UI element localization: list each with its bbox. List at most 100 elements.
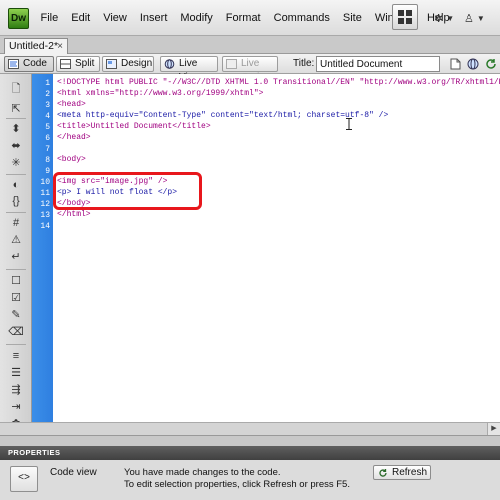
code-line[interactable]: <html xmlns="http://www.w3.org/1999/xhtm…	[57, 88, 263, 99]
split-view-label: Split	[75, 58, 95, 69]
toolbar-separator	[6, 344, 26, 345]
refresh-icon	[379, 469, 387, 477]
indent-code-icon[interactable]: ⇥	[9, 400, 23, 414]
document-title-input[interactable]	[316, 56, 440, 72]
code-icon	[8, 59, 19, 69]
line-number: 9	[45, 167, 50, 176]
line-number: 3	[45, 101, 50, 110]
menu-bar: Dw File Edit View Insert Modify Format C…	[0, 0, 500, 36]
remove-comment-icon[interactable]: ⌫	[8, 325, 24, 339]
properties-panel-header[interactable]: PROPERTIES	[0, 446, 500, 460]
line-number: 13	[40, 211, 50, 220]
refresh-label: Refresh	[392, 467, 428, 478]
code-line[interactable]: <img src="image.jpg" />	[57, 176, 167, 187]
grid-icon	[398, 18, 404, 24]
move-css-icon[interactable]: ⇶	[9, 383, 23, 397]
line-number: 7	[45, 145, 50, 154]
expand-all-icon[interactable]: ✳	[9, 156, 23, 170]
title-label: Title:	[293, 58, 315, 69]
collapse-full-tag-icon[interactable]: ⬍	[9, 122, 23, 136]
line-number: 14	[40, 222, 50, 231]
line-number: 10	[40, 178, 50, 187]
properties-message-hint: To edit selection properties, click Refr…	[124, 479, 350, 490]
code-view-button[interactable]: Code	[4, 56, 54, 72]
code-line[interactable]: </body>	[57, 198, 91, 209]
grid-icon	[406, 18, 412, 24]
properties-label: Code view	[50, 467, 97, 478]
menu-format[interactable]: Format	[219, 0, 267, 36]
menu-view[interactable]: View	[97, 0, 134, 36]
text-cursor-icon	[346, 118, 352, 130]
balance-braces-icon[interactable]: {}	[9, 194, 23, 208]
code-line[interactable]: </html>	[57, 209, 91, 220]
show-code-navigator-icon[interactable]: ⇱	[9, 102, 23, 116]
wrap-tag-icon[interactable]: ≡	[9, 349, 23, 363]
line-number: 1	[45, 79, 50, 88]
document-toolbar: Code Split Design Live View ▼ Live Code …	[0, 54, 500, 83]
refresh-icon[interactable]	[484, 57, 498, 71]
document-tab-bar: Untitled-2* ×	[0, 36, 500, 55]
code-line[interactable]: <head>	[57, 99, 86, 110]
line-number: 4	[45, 112, 50, 121]
globe-icon	[164, 59, 175, 69]
toolbar-separator	[6, 212, 26, 213]
word-wrap-icon[interactable]: ↵	[9, 250, 23, 264]
user-icon: ♙	[464, 12, 474, 25]
document-tab[interactable]: Untitled-2* ×	[4, 38, 68, 55]
menu-file[interactable]: File	[34, 0, 65, 36]
menu-modify[interactable]: Modify	[174, 0, 219, 36]
auto-indent-icon[interactable]: ☑	[9, 291, 23, 305]
live-code-button[interactable]: Live Code	[222, 56, 278, 83]
line-number: 2	[45, 90, 50, 99]
properties-panel: <> Code view You have made changes to th…	[0, 460, 500, 500]
line-number: 6	[45, 134, 50, 143]
line-number: 12	[40, 200, 50, 209]
document-tab-label: Untitled-2*	[9, 40, 59, 52]
horizontal-scrollbar[interactable]: ▶	[0, 422, 500, 436]
panel-divider[interactable]	[0, 435, 500, 446]
refresh-button[interactable]: Refresh	[373, 465, 431, 480]
properties-message: You have made changes to the code.	[124, 467, 281, 478]
layout-switcher-button[interactable]	[392, 4, 418, 30]
extend-dreamweaver-button[interactable]: ✲ ▼	[434, 8, 454, 28]
close-icon[interactable]: ×	[57, 39, 63, 54]
toolbar-separator	[6, 118, 26, 119]
code-line[interactable]: <!DOCTYPE html PUBLIC "-//W3C//DTD XHTML…	[57, 77, 500, 88]
design-view-button[interactable]: Design	[102, 56, 154, 72]
code-editor[interactable]: <!DOCTYPE html PUBLIC "-//W3C//DTD XHTML…	[53, 74, 500, 422]
design-view-label: Design	[121, 58, 153, 69]
line-numbers-icon[interactable]: #	[9, 216, 23, 230]
design-icon	[106, 59, 117, 69]
toolbar-separator	[6, 269, 26, 270]
apply-comment-icon[interactable]: ✎	[9, 308, 23, 322]
live-code-icon	[226, 59, 237, 69]
open-documents-icon[interactable]: 🗋	[9, 82, 23, 96]
collapse-selection-icon[interactable]: ⬌	[9, 139, 23, 153]
select-parent-tag-icon[interactable]: ◐	[9, 178, 23, 192]
split-view-button[interactable]: Split	[56, 56, 100, 72]
code-line[interactable]: <p> I will not float </p>	[57, 187, 177, 198]
grid-icon	[406, 10, 412, 16]
code-line[interactable]: </head>	[57, 132, 91, 143]
dreamweaver-logo: Dw	[8, 8, 29, 29]
highlight-invalid-code-icon[interactable]: ⚠	[9, 233, 23, 247]
code-line[interactable]: <title>Untitled Document</title>	[57, 121, 211, 132]
code-line[interactable]: <meta http-equiv="Content-Type" content=…	[57, 110, 388, 121]
syntax-coloring-icon[interactable]: ☐	[9, 274, 23, 288]
split-icon	[60, 59, 71, 69]
code-view-label: Code	[23, 58, 47, 69]
line-number: 8	[45, 156, 50, 165]
chevron-down-icon: ▼	[446, 13, 455, 23]
code-line[interactable]: <body>	[57, 154, 86, 165]
site-manager-button[interactable]: ♙ ▼	[464, 8, 485, 28]
menu-site[interactable]: Site	[336, 0, 368, 36]
gear-icon: ✲	[434, 12, 444, 25]
file-management-icon[interactable]	[448, 57, 462, 71]
live-view-button[interactable]: Live View ▼	[160, 56, 218, 83]
recent-snippets-icon[interactable]: ☰	[9, 366, 23, 380]
menu-edit[interactable]: Edit	[65, 0, 97, 36]
menu-insert[interactable]: Insert	[133, 0, 174, 36]
line-number: 11	[40, 189, 50, 198]
menu-commands[interactable]: Commands	[267, 0, 336, 36]
preview-in-browser-icon[interactable]	[466, 57, 480, 71]
